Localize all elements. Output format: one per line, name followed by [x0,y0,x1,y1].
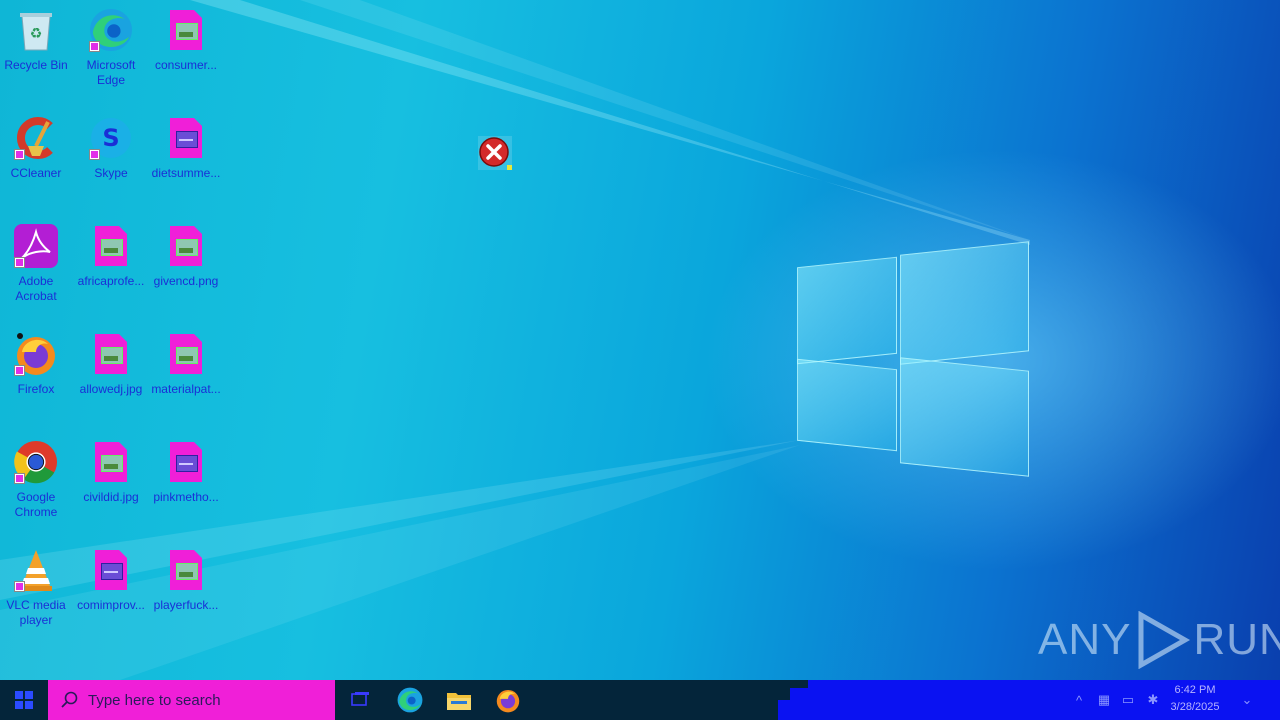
desktop-icon-recycle-bin[interactable]: ♻ Recycle Bin [0,8,72,73]
desktop-icon-label: Skype [94,166,128,180]
search-placeholder: Type here to search [88,691,221,709]
desktop-icon-label: materialpat... [151,382,221,396]
watermark-right: RUN [1193,615,1280,664]
windows-logo-pane-tl [797,256,897,365]
desktop-icon-label: playerfuck... [153,598,219,612]
desktop-icon-skype[interactable]: S Skype [75,116,147,181]
desktop-icon-materialpat[interactable]: materialpat... [150,332,222,397]
windows-logo-pane-tr [900,241,1029,365]
task-view-icon [351,692,369,706]
windows-logo-pane-bl [797,358,897,452]
desktop-icon-pinkmetho[interactable]: pinkmetho... [150,440,222,505]
shortcut-arrow-icon [89,41,100,52]
desktop-icon-label: givencd.png [153,274,219,288]
desktop-icon-label: allowedj.jpg [79,382,143,396]
desktop-icon-label: civildid.jpg [83,490,139,504]
desktop-icon-ccleaner[interactable]: CCleaner [0,116,72,181]
tray-network-icon[interactable]: ▦ [1095,690,1113,710]
word-doc-icon [170,118,202,158]
word-doc-icon [170,442,202,482]
clock-time: 6:42 PM [1174,684,1216,696]
desktop-icon-label: comimprov... [77,598,145,612]
word-doc-icon [95,550,127,590]
tray-chevron-up-icon[interactable]: ^ [1070,690,1088,710]
image-file-icon [95,442,127,482]
svg-text:S: S [102,124,119,152]
image-file-icon [170,334,202,374]
taskbar-firefox-button[interactable] [484,680,532,720]
desktop-icon-label: consumer... [154,58,218,72]
file-explorer-icon [447,693,471,710]
anyrun-watermark: ANY RUN [1038,610,1280,670]
desktop-icon-label: Firefox [17,382,55,396]
desktop-icon-label: dietsumme... [151,166,221,180]
image-file-icon [170,226,202,266]
firefox-icon [496,689,520,713]
taskbar-clock[interactable]: 6:42 PM 3/28/2025 [1158,682,1232,718]
search-icon [61,691,78,708]
desktop-icon-microsoft-edge[interactable]: Microsoft Edge [75,8,147,88]
start-button[interactable] [0,680,48,720]
desktop-icon-label: pinkmetho... [153,490,219,504]
image-file-icon [95,334,127,374]
desktop-icon-africaprofe[interactable]: africaprofe... [75,224,147,289]
desktop-icon-playerfuck[interactable]: playerfuck... [150,548,222,613]
shortcut-arrow-icon [14,473,25,484]
desktop-icon-civildid[interactable]: civildid.jpg [75,440,147,505]
desktop[interactable]: ♻ Recycle Bin CCleaner Adobe Acrobat Fir… [0,0,1280,680]
desktop-icon-consumer[interactable]: consumer... [150,8,222,73]
shortcut-arrow-icon [89,149,100,160]
desktop-icon-dietsumme[interactable]: dietsumme... [150,116,222,181]
taskbar-search-box[interactable]: Type here to search [48,680,335,720]
desktop-icon-givencd[interactable]: givencd.png [150,224,222,289]
image-file-icon [95,226,127,266]
desktop-icon-firefox[interactable]: Firefox [0,332,72,397]
desktop-icon-comimprov[interactable]: comimprov... [75,548,147,613]
error-icon[interactable] [478,136,512,170]
taskbar-file-explorer-button[interactable] [435,680,483,720]
clock-date: 3/28/2025 [1170,701,1220,713]
desktop-icon-label: Recycle Bin [4,58,68,72]
tray-display-icon[interactable]: ▭ [1119,690,1137,710]
desktop-icon-label: CCleaner [10,166,62,180]
shortcut-arrow-icon [14,149,25,160]
taskbar-blue-region [790,688,810,720]
shortcut-arrow-icon [14,581,25,592]
windows-start-icon [15,691,33,709]
task-view-button[interactable] [336,680,384,720]
watermark-left: ANY [1038,615,1132,664]
desktop-icon-label: Adobe Acrobat [15,274,57,303]
shortcut-arrow-icon [14,257,25,268]
notification-center-icon[interactable]: ⌄ [1238,690,1256,710]
taskbar-edge-button[interactable] [386,680,434,720]
edge-icon [397,687,423,713]
shortcut-arrow-icon [14,365,25,376]
desktop-icon-label: Microsoft Edge [86,58,136,87]
desktop-icon-allowedj[interactable]: allowedj.jpg [75,332,147,397]
desktop-icon-label: VLC media player [6,598,66,627]
play-logo-icon [1138,611,1191,669]
recycle-bin-icon: ♻ [20,13,52,51]
desktop-icon-label: africaprofe... [77,274,145,288]
windows-logo-pane-br [900,357,1029,477]
image-file-icon [170,10,202,50]
taskbar-blue-region [778,700,792,720]
image-file-icon [170,550,202,590]
svg-text:♻: ♻ [30,26,43,42]
desktop-icon-adobe-acrobat[interactable]: Adobe Acrobat [0,224,72,304]
desktop-icon-google-chrome[interactable]: Google Chrome [0,440,72,520]
desktop-icon-label: Google Chrome [14,490,58,519]
desktop-icon-vlc[interactable]: VLC media player [0,548,72,628]
